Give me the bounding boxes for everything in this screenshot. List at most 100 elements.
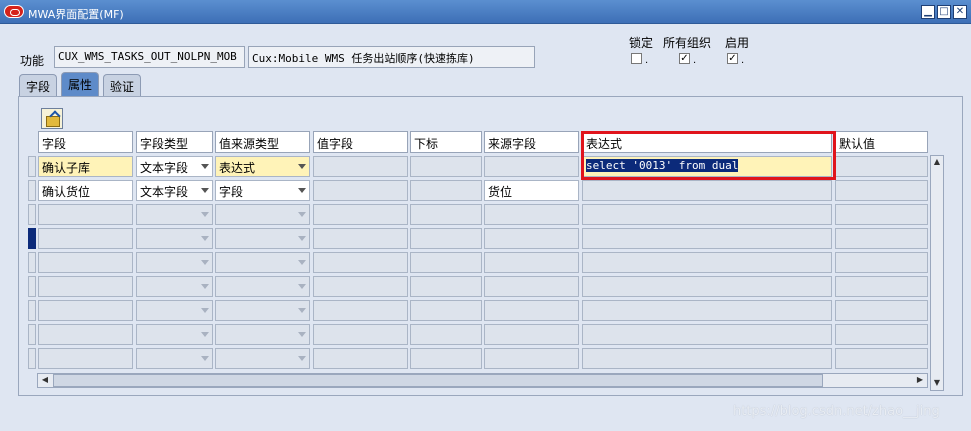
- cell-default[interactable]: [835, 156, 928, 177]
- cell-default[interactable]: [835, 180, 928, 201]
- empty-cell[interactable]: [136, 300, 213, 321]
- empty-cell[interactable]: [410, 276, 482, 297]
- empty-cell[interactable]: [410, 324, 482, 345]
- chevron-down-icon[interactable]: [201, 188, 209, 193]
- chevron-down-icon[interactable]: [298, 308, 306, 313]
- cell-expression[interactable]: [582, 180, 832, 201]
- chevron-down-icon[interactable]: [201, 308, 209, 313]
- locked-checkbox[interactable]: [631, 53, 642, 64]
- empty-cell[interactable]: [215, 252, 310, 273]
- scroll-right-icon[interactable]: ▶: [914, 374, 926, 386]
- empty-cell[interactable]: [484, 204, 579, 225]
- chevron-down-icon[interactable]: [201, 260, 209, 265]
- enabled-checkbox[interactable]: ✓: [727, 53, 738, 64]
- empty-cell[interactable]: [582, 228, 832, 249]
- row-indicator[interactable]: [28, 180, 36, 201]
- scroll-up-icon[interactable]: ▲: [931, 156, 943, 168]
- empty-cell[interactable]: [313, 228, 408, 249]
- empty-cell[interactable]: [136, 228, 213, 249]
- chevron-down-icon[interactable]: [298, 260, 306, 265]
- vertical-scrollbar[interactable]: [930, 155, 944, 391]
- empty-cell[interactable]: [410, 204, 482, 225]
- cell-field[interactable]: 确认货位: [38, 180, 133, 201]
- empty-cell[interactable]: [313, 204, 408, 225]
- empty-cell[interactable]: [484, 300, 579, 321]
- function-name-field[interactable]: Cux:Mobile WMS 任务出站顺序(快速拣库): [248, 46, 535, 68]
- empty-cell[interactable]: [410, 348, 482, 369]
- row-indicator[interactable]: [28, 324, 36, 345]
- cell-source-type[interactable]: 字段: [215, 180, 310, 201]
- empty-cell[interactable]: [38, 228, 133, 249]
- empty-cell[interactable]: [38, 300, 133, 321]
- empty-cell[interactable]: [835, 276, 928, 297]
- empty-cell[interactable]: [582, 300, 832, 321]
- empty-cell[interactable]: [835, 228, 928, 249]
- chevron-down-icon[interactable]: [298, 212, 306, 217]
- cell-source-field[interactable]: [484, 156, 579, 177]
- empty-cell[interactable]: [136, 204, 213, 225]
- chevron-down-icon[interactable]: [201, 212, 209, 217]
- maximize-icon[interactable]: □: [937, 5, 951, 19]
- empty-cell[interactable]: [313, 252, 408, 273]
- empty-cell[interactable]: [313, 300, 408, 321]
- current-row-indicator[interactable]: [28, 228, 36, 249]
- row-indicator[interactable]: [28, 276, 36, 297]
- chevron-down-icon[interactable]: [201, 332, 209, 337]
- empty-cell[interactable]: [835, 204, 928, 225]
- empty-cell[interactable]: [484, 228, 579, 249]
- empty-cell[interactable]: [835, 348, 928, 369]
- chevron-down-icon[interactable]: [201, 164, 209, 169]
- row-indicator[interactable]: [28, 156, 36, 177]
- empty-cell[interactable]: [582, 276, 832, 297]
- empty-cell[interactable]: [484, 252, 579, 273]
- cell-index[interactable]: [410, 156, 482, 177]
- cell-value-field[interactable]: [313, 156, 408, 177]
- empty-cell[interactable]: [582, 252, 832, 273]
- empty-cell[interactable]: [38, 348, 133, 369]
- empty-cell[interactable]: [38, 324, 133, 345]
- all-orgs-checkbox[interactable]: ✓: [679, 53, 690, 64]
- row-indicator[interactable]: [28, 204, 36, 225]
- cell-source-type[interactable]: 表达式: [215, 156, 310, 177]
- empty-cell[interactable]: [38, 252, 133, 273]
- empty-cell[interactable]: [410, 300, 482, 321]
- window-titlebar[interactable]: MWA界面配置(MF) ▁ □ ✕: [0, 0, 971, 24]
- empty-cell[interactable]: [136, 252, 213, 273]
- chevron-down-icon[interactable]: [298, 164, 306, 169]
- empty-cell[interactable]: [410, 228, 482, 249]
- horizontal-scroll-thumb[interactable]: [53, 374, 823, 387]
- empty-cell[interactable]: [215, 324, 310, 345]
- cell-field-type[interactable]: 文本字段: [136, 180, 213, 201]
- row-indicator[interactable]: [28, 300, 36, 321]
- close-icon[interactable]: ✕: [953, 5, 967, 19]
- chevron-down-icon[interactable]: [298, 356, 306, 361]
- empty-cell[interactable]: [215, 204, 310, 225]
- empty-cell[interactable]: [835, 324, 928, 345]
- empty-cell[interactable]: [136, 324, 213, 345]
- empty-cell[interactable]: [215, 228, 310, 249]
- empty-cell[interactable]: [215, 348, 310, 369]
- row-indicator[interactable]: [28, 252, 36, 273]
- empty-cell[interactable]: [313, 324, 408, 345]
- row-indicator[interactable]: [28, 348, 36, 369]
- chevron-down-icon[interactable]: [201, 356, 209, 361]
- minimize-icon[interactable]: ▁: [921, 5, 935, 19]
- chevron-down-icon[interactable]: [298, 236, 306, 241]
- scroll-left-icon[interactable]: ◀: [39, 374, 51, 386]
- empty-cell[interactable]: [38, 276, 133, 297]
- empty-cell[interactable]: [215, 300, 310, 321]
- empty-cell[interactable]: [582, 324, 832, 345]
- empty-cell[interactable]: [215, 276, 310, 297]
- function-code-field[interactable]: CUX_WMS_TASKS_OUT_NOLPN_MOB: [54, 46, 245, 68]
- empty-cell[interactable]: [582, 204, 832, 225]
- tab-attributes[interactable]: 属性: [61, 72, 100, 97]
- chevron-down-icon[interactable]: [201, 284, 209, 289]
- cell-value-field[interactable]: [313, 180, 408, 201]
- chevron-down-icon[interactable]: [298, 188, 306, 193]
- chevron-down-icon[interactable]: [298, 332, 306, 337]
- empty-cell[interactable]: [38, 204, 133, 225]
- tab-validation[interactable]: 验证: [103, 74, 142, 96]
- empty-cell[interactable]: [484, 324, 579, 345]
- empty-cell[interactable]: [484, 348, 579, 369]
- tab-fields[interactable]: 字段: [19, 74, 58, 96]
